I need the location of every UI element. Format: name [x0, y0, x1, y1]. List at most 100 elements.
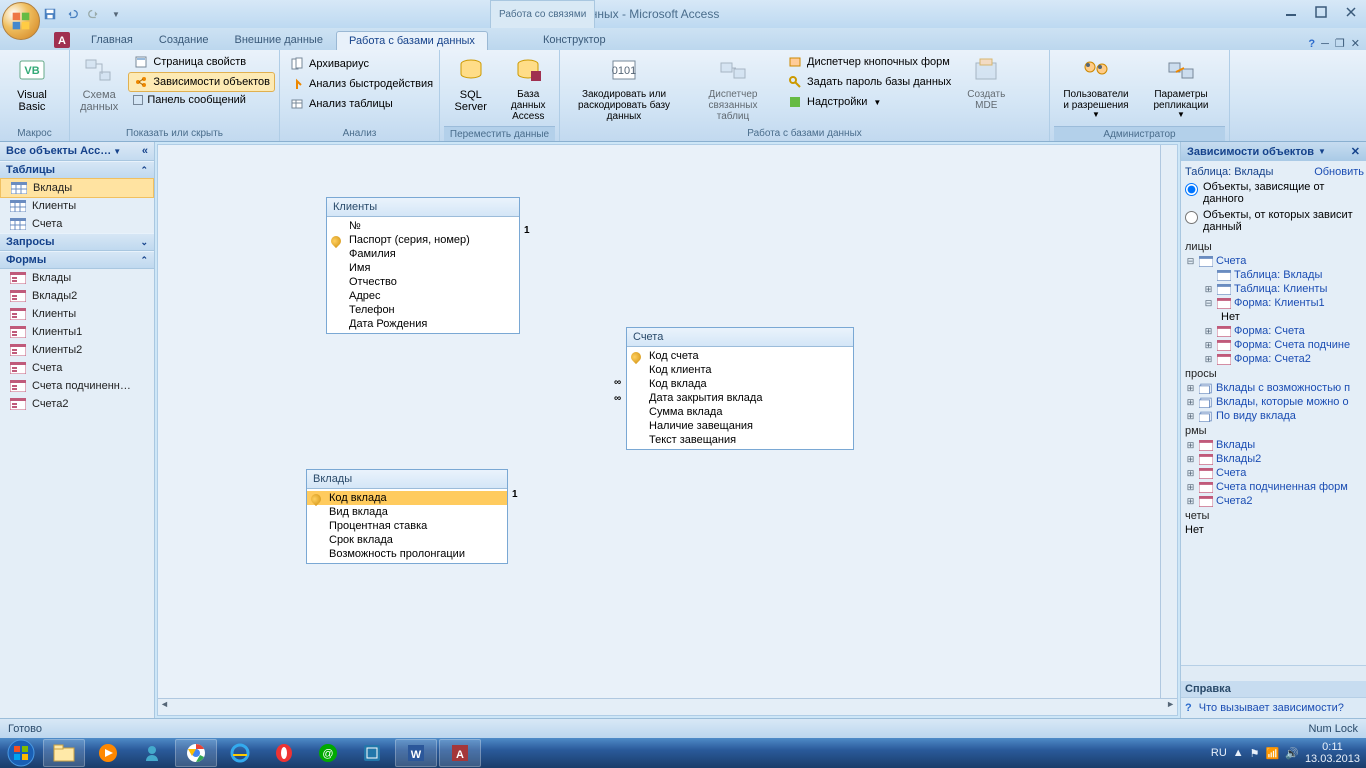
navitem-table[interactable]: Счета — [0, 215, 154, 233]
table-field-pk-selected[interactable]: Код вклада — [307, 491, 507, 505]
replication-button[interactable]: Параметры репликации▼ — [1142, 52, 1220, 126]
addins-button[interactable]: Надстройки▼ — [782, 92, 956, 112]
table-field[interactable]: Адрес — [327, 289, 519, 303]
documenter-button[interactable]: Архивариус — [284, 54, 438, 74]
table-field[interactable]: Отчество — [327, 275, 519, 289]
dep-refresh-link[interactable]: Обновить — [1314, 166, 1364, 178]
table-title[interactable]: Клиенты — [327, 198, 519, 217]
table-field[interactable]: Фамилия — [327, 247, 519, 261]
taskbar-chrome-icon[interactable] — [175, 739, 217, 767]
relationships-canvas[interactable]: 1 ∞ ∞ 1 Клиенты № Паспорт (серия, номер)… — [158, 145, 1160, 698]
close-icon[interactable] — [1340, 4, 1362, 20]
taskbar-opera-icon[interactable] — [263, 739, 305, 767]
dep-tree-item[interactable]: ⊞Вклады, которые можно о — [1185, 395, 1364, 409]
office-button[interactable] — [2, 2, 40, 40]
dep-tree-item[interactable]: ⊞По виду вклада — [1185, 409, 1364, 423]
dep-horizontal-scrollbar[interactable] — [1181, 665, 1366, 681]
tray-network-icon[interactable]: 📶 — [1266, 747, 1280, 760]
tray-volume-icon[interactable]: 🔊 — [1285, 747, 1299, 760]
tray-action-center-icon[interactable]: ⚑ — [1250, 747, 1260, 760]
table-field[interactable]: Вид вклада — [307, 505, 507, 519]
tree-expand-icon[interactable]: ⊞ — [1185, 482, 1196, 493]
analyze-table-button[interactable]: Анализ таблицы — [284, 94, 438, 114]
navitem-form[interactable]: Клиенты — [0, 305, 154, 323]
dep-tree-item[interactable]: ⊞Счета2 — [1185, 494, 1364, 508]
redo-icon[interactable] — [84, 4, 104, 24]
taskbar-ie-icon[interactable] — [219, 739, 261, 767]
navitem-form[interactable]: Клиенты2 — [0, 341, 154, 359]
taskbar-virtualbox-icon[interactable] — [351, 739, 393, 767]
language-indicator[interactable]: RU — [1211, 747, 1227, 759]
dep-pane-title[interactable]: Зависимости объектов▼✕ — [1181, 142, 1366, 161]
dep-tree-item[interactable]: ⊞Форма: Счета подчине — [1185, 338, 1364, 352]
object-dependencies-button[interactable]: Зависимости объектов — [128, 72, 275, 92]
navitem-form[interactable]: Клиенты1 — [0, 323, 154, 341]
qat-customize-icon[interactable]: ▼ — [106, 4, 126, 24]
navcat-forms[interactable]: Формы⌃ — [0, 251, 154, 269]
table-field[interactable]: Процентная ставка — [307, 519, 507, 533]
help-icon[interactable]: ? — [1308, 38, 1315, 50]
tree-expand-icon[interactable]: ⊞ — [1185, 440, 1196, 451]
navitem-form[interactable]: Вклады2 — [0, 287, 154, 305]
navitem-table[interactable]: Вклады — [0, 178, 154, 198]
taskbar-word-icon[interactable]: W — [395, 739, 437, 767]
encode-decode-button[interactable]: 0101Закодировать или раскодировать базу … — [564, 52, 684, 126]
table-box-deposits[interactable]: Вклады Код вклада Вид вклада Процентная … — [306, 469, 508, 564]
dep-tree-item[interactable]: Таблица: Вклады — [1185, 268, 1364, 282]
dep-tree-item[interactable]: ⊞Счета подчиненная форм — [1185, 480, 1364, 494]
close-pane-icon[interactable]: ✕ — [1351, 145, 1360, 158]
table-field[interactable]: Текст завещания — [627, 433, 853, 447]
tab-create[interactable]: Создание — [146, 30, 222, 50]
table-field[interactable]: Возможность пролонгации — [307, 547, 507, 561]
taskbar-access-icon[interactable]: A — [439, 739, 481, 767]
dep-tree-item[interactable]: ⊟Счета — [1185, 254, 1364, 268]
dep-tree-item[interactable]: ⊞Форма: Счета — [1185, 324, 1364, 338]
tree-expand-icon[interactable]: ⊞ — [1185, 454, 1196, 465]
dep-help-link[interactable]: Что вызывает зависимости? — [1199, 702, 1344, 714]
mdi-minimize-icon[interactable]: ─ — [1321, 38, 1329, 50]
dep-tree-item[interactable]: ⊞Форма: Счета2 — [1185, 352, 1364, 366]
tree-collapse-icon[interactable]: ⊟ — [1203, 298, 1214, 309]
table-field[interactable]: № — [327, 219, 519, 233]
property-sheet-button[interactable]: Страница свойств — [128, 52, 275, 72]
make-mde-button[interactable]: Создать MDE — [960, 52, 1012, 126]
mdi-close-icon[interactable]: ✕ — [1351, 37, 1360, 50]
navcat-tables[interactable]: Таблицы⌃ — [0, 161, 154, 179]
set-password-button[interactable]: Задать пароль базы данных — [782, 72, 956, 92]
table-field[interactable]: Срок вклада — [307, 533, 507, 547]
users-permissions-button[interactable]: Пользователи и разрешения▼ — [1054, 52, 1138, 126]
dep-tree-item[interactable]: ⊞Таблица: Клиенты — [1185, 282, 1364, 296]
analyze-performance-button[interactable]: Анализ быстродействия — [284, 74, 438, 94]
tray-flag-icon[interactable]: ▲ — [1233, 747, 1244, 759]
minimize-icon[interactable] — [1280, 4, 1302, 20]
table-field[interactable]: Наличие завещания — [627, 419, 853, 433]
dep-tree-item[interactable]: ⊞Вклады2 — [1185, 452, 1364, 466]
table-field[interactable]: Код клиента — [627, 363, 853, 377]
table-field[interactable]: Телефон — [327, 303, 519, 317]
navitem-form[interactable]: Вклады — [0, 269, 154, 287]
access-db-button[interactable]: База данных Access — [502, 52, 556, 126]
tree-expand-icon[interactable]: ⊞ — [1185, 468, 1196, 479]
taskbar-wmp-icon[interactable] — [87, 739, 129, 767]
table-box-clients[interactable]: Клиенты № Паспорт (серия, номер) Фамилия… — [326, 197, 520, 334]
vertical-scrollbar[interactable] — [1160, 145, 1177, 698]
tree-expand-icon[interactable]: ⊞ — [1203, 340, 1214, 351]
collapse-navpane-icon[interactable]: « — [142, 145, 148, 157]
tab-design[interactable]: Конструктор — [530, 30, 619, 50]
dep-tree-item[interactable]: ⊞Счета — [1185, 466, 1364, 480]
save-icon[interactable] — [40, 4, 60, 24]
table-field[interactable]: Сумма вклада — [627, 405, 853, 419]
navitem-form[interactable]: Счета — [0, 359, 154, 377]
taskbar-explorer-icon[interactable] — [43, 739, 85, 767]
table-title[interactable]: Вклады — [307, 470, 507, 489]
tree-collapse-icon[interactable]: ⊟ — [1185, 256, 1196, 267]
tree-expand-icon[interactable]: ⊞ — [1185, 383, 1196, 394]
tree-expand-icon[interactable]: ⊞ — [1185, 411, 1196, 422]
navcat-queries[interactable]: Запросы⌄ — [0, 233, 154, 251]
table-title[interactable]: Счета — [627, 328, 853, 347]
tab-dbtools[interactable]: Работа с базами данных — [336, 31, 488, 50]
relationships-button[interactable]: Схема данных — [74, 52, 124, 126]
tree-expand-icon[interactable]: ⊞ — [1203, 284, 1214, 295]
tab-external[interactable]: Внешние данные — [222, 30, 336, 50]
table-field-pk[interactable]: Паспорт (серия, номер) — [327, 233, 519, 247]
